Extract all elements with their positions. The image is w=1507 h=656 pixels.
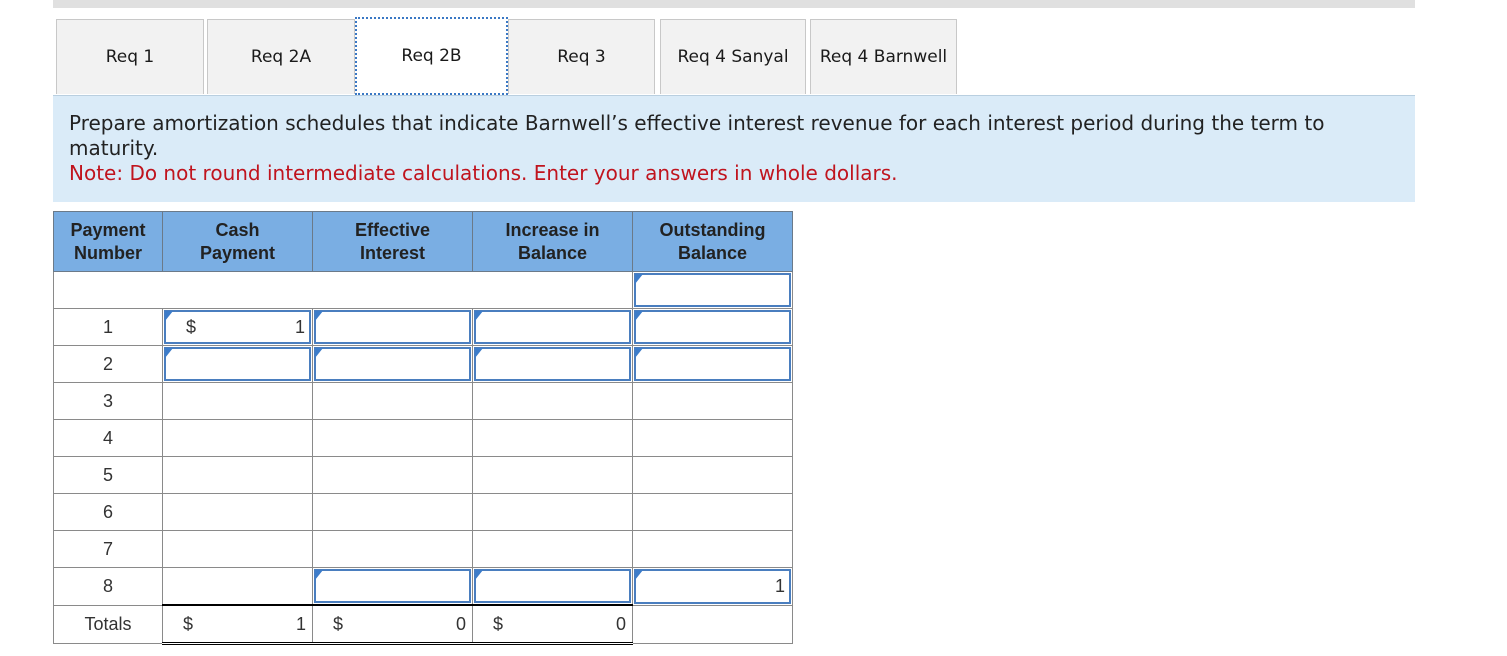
cash-payment-input[interactable] xyxy=(164,347,311,381)
input-flag-icon xyxy=(475,311,483,321)
header-increase-in-balance: Increase in Balance xyxy=(472,211,633,272)
effective-interest-cell xyxy=(312,567,473,606)
input-flag-icon xyxy=(165,348,173,358)
input-flag-icon xyxy=(635,348,643,358)
header-cash-payment: Cash Payment xyxy=(162,211,313,272)
payment-number: 1 xyxy=(53,308,163,346)
input-flag-icon xyxy=(315,570,323,580)
outstanding-balance-input[interactable]: 1 xyxy=(634,569,791,604)
increase-in-balance-cell xyxy=(472,419,633,457)
payment-number: 3 xyxy=(53,382,163,420)
table-row: 3 xyxy=(53,382,793,420)
increase-in-balance-cell xyxy=(472,567,633,606)
payment-number: 4 xyxy=(53,419,163,457)
tab-req-2b[interactable]: Req 2B xyxy=(355,17,508,95)
input-flag-icon xyxy=(475,570,483,580)
table-row-initial xyxy=(53,271,793,309)
effective-interest-input[interactable] xyxy=(314,310,471,344)
payment-number: 2 xyxy=(53,345,163,383)
outstanding-balance-cell xyxy=(632,271,793,309)
input-flag-icon xyxy=(165,311,173,321)
input-flag-icon xyxy=(635,311,643,321)
table-row: 5 xyxy=(53,456,793,494)
cash-payment-cell: $1 xyxy=(162,308,313,346)
input-flag-icon xyxy=(315,348,323,358)
increase-in-balance-cell xyxy=(472,345,633,383)
input-flag-icon xyxy=(315,311,323,321)
input-flag-icon xyxy=(635,274,643,284)
tab-req-4-sanyal[interactable]: Req 4 Sanyal xyxy=(660,19,806,94)
top-bar xyxy=(53,0,1415,8)
cash-payment-input[interactable]: $1 xyxy=(164,310,311,344)
outstanding-balance-cell xyxy=(632,308,793,346)
header-payment-number: Payment Number xyxy=(53,211,163,272)
payment-number: 7 xyxy=(53,530,163,568)
tab-req-2a[interactable]: Req 2A xyxy=(207,19,355,94)
payment-number: 8 xyxy=(53,567,163,606)
effective-interest-cell xyxy=(312,308,473,346)
cash-payment-cell xyxy=(162,382,313,420)
totals-row: Totals $1 $0 $0 xyxy=(53,604,793,645)
instruction-text: Prepare amortization schedules that indi… xyxy=(69,111,1325,160)
effective-interest-cell xyxy=(312,456,473,494)
payment-number: 6 xyxy=(53,493,163,531)
header-outstanding-balance: Outstanding Balance xyxy=(632,211,793,272)
cash-payment-cell xyxy=(162,345,313,383)
cash-payment-cell xyxy=(162,530,313,568)
outstanding-balance-cell xyxy=(632,493,793,531)
empty-cell xyxy=(53,271,633,309)
table-row: 4 xyxy=(53,419,793,457)
increase-in-balance-cell xyxy=(472,530,633,568)
increase-in-balance-input[interactable] xyxy=(474,310,631,344)
effective-interest-cell xyxy=(312,382,473,420)
tab-req-3[interactable]: Req 3 xyxy=(508,19,655,94)
outstanding-balance-cell xyxy=(632,345,793,383)
total-effective-interest: $0 xyxy=(312,604,473,645)
header-row: Payment Number Cash Payment Effective Inter… xyxy=(53,211,793,272)
increase-in-balance-input[interactable] xyxy=(474,347,631,381)
effective-interest-cell xyxy=(312,493,473,531)
table-row: 7 xyxy=(53,530,793,568)
effective-interest-cell xyxy=(312,345,473,383)
cash-payment-cell xyxy=(162,493,313,531)
increase-in-balance-cell xyxy=(472,382,633,420)
input-flag-icon xyxy=(475,348,483,358)
effective-interest-input[interactable] xyxy=(314,569,471,603)
table-row: 2 xyxy=(53,345,793,383)
effective-interest-cell xyxy=(312,419,473,457)
amortization-schedule-table: Payment Number Cash Payment Effective Inter… xyxy=(53,211,793,645)
effective-interest-input[interactable] xyxy=(314,347,471,381)
tab-req-1[interactable]: Req 1 xyxy=(56,19,204,94)
outstanding-balance-input[interactable] xyxy=(634,347,791,381)
outstanding-balance-cell xyxy=(632,382,793,420)
totals-label: Totals xyxy=(53,604,163,644)
initial-outstanding-balance-input[interactable] xyxy=(634,273,791,307)
effective-interest-cell xyxy=(312,530,473,568)
increase-in-balance-cell xyxy=(472,493,633,531)
cash-payment-cell xyxy=(162,456,313,494)
outstanding-balance-cell: 1 xyxy=(632,567,793,606)
cash-payment-cell xyxy=(162,419,313,457)
header-effective-interest: Effective Interest xyxy=(312,211,473,272)
total-increase-in-balance: $0 xyxy=(472,604,633,645)
table-row: 8 1 xyxy=(53,567,793,606)
table-row: 6 xyxy=(53,493,793,531)
total-cash-payment: $1 xyxy=(162,604,313,645)
total-outstanding-balance-empty xyxy=(632,604,793,644)
table-row: 1 $1 xyxy=(53,308,793,346)
tab-req-4-barnwell[interactable]: Req 4 Barnwell xyxy=(810,19,957,94)
increase-in-balance-cell xyxy=(472,308,633,346)
outstanding-balance-cell xyxy=(632,530,793,568)
outstanding-balance-cell xyxy=(632,456,793,494)
increase-in-balance-cell xyxy=(472,456,633,494)
instruction-note: Note: Do not round intermediate calculat… xyxy=(69,161,898,185)
instruction-box: Prepare amortization schedules that indi… xyxy=(53,95,1415,202)
outstanding-balance-cell xyxy=(632,419,793,457)
payment-number: 5 xyxy=(53,456,163,494)
outstanding-balance-input[interactable] xyxy=(634,310,791,344)
increase-in-balance-input[interactable] xyxy=(474,569,631,603)
cash-payment-cell xyxy=(162,567,313,606)
input-flag-icon xyxy=(635,570,643,580)
